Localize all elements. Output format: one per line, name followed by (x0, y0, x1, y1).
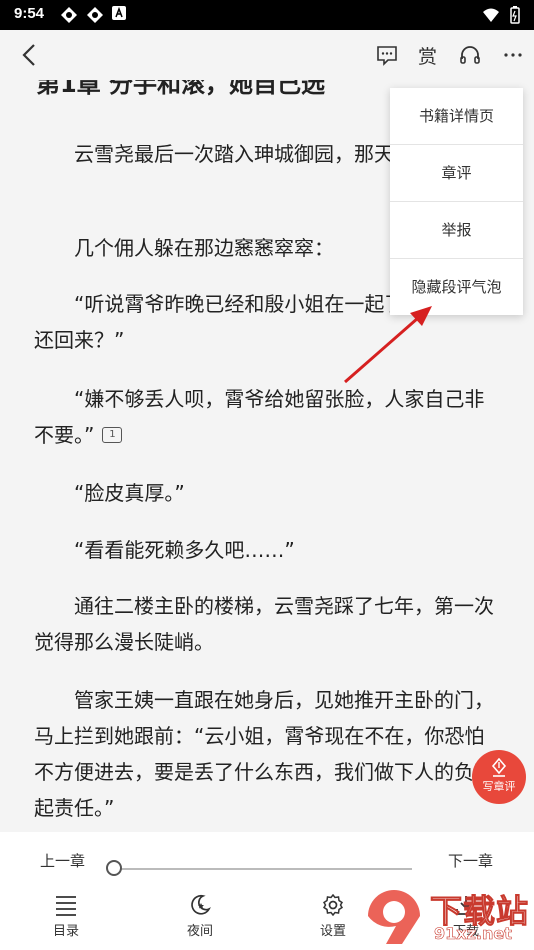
site-logo-icon (368, 890, 420, 944)
list-icon (56, 896, 76, 916)
watermark-url: 91xz.net (434, 924, 512, 944)
write-chapter-comment-label: 写章评 (482, 780, 516, 793)
moon-icon (191, 894, 211, 915)
toolbar-settings[interactable]: 设置 (303, 894, 363, 939)
write-chapter-comment-button[interactable]: 写章评 (472, 750, 526, 804)
toolbar-catalog-label: 目录 (52, 924, 79, 939)
previous-chapter-button[interactable]: 上一章 (40, 850, 85, 871)
toolbar-night-mode[interactable]: 夜间 (170, 894, 230, 939)
site-watermark: 下载站 91xz.net (362, 880, 534, 950)
toolbar-catalog[interactable]: 目录 (36, 894, 96, 939)
toolbar-night-mode-label: 夜间 (186, 924, 213, 939)
annotation-arrow (344, 306, 432, 384)
chapter-progress-track[interactable] (115, 868, 412, 870)
pen-icon (491, 758, 507, 777)
next-chapter-button[interactable]: 下一章 (448, 850, 493, 871)
chapter-progress-thumb[interactable] (106, 860, 122, 876)
gear-icon (322, 894, 344, 916)
chapter-navigation: 上一章 下一章 (0, 844, 534, 876)
toolbar-settings-label: 设置 (319, 924, 346, 939)
